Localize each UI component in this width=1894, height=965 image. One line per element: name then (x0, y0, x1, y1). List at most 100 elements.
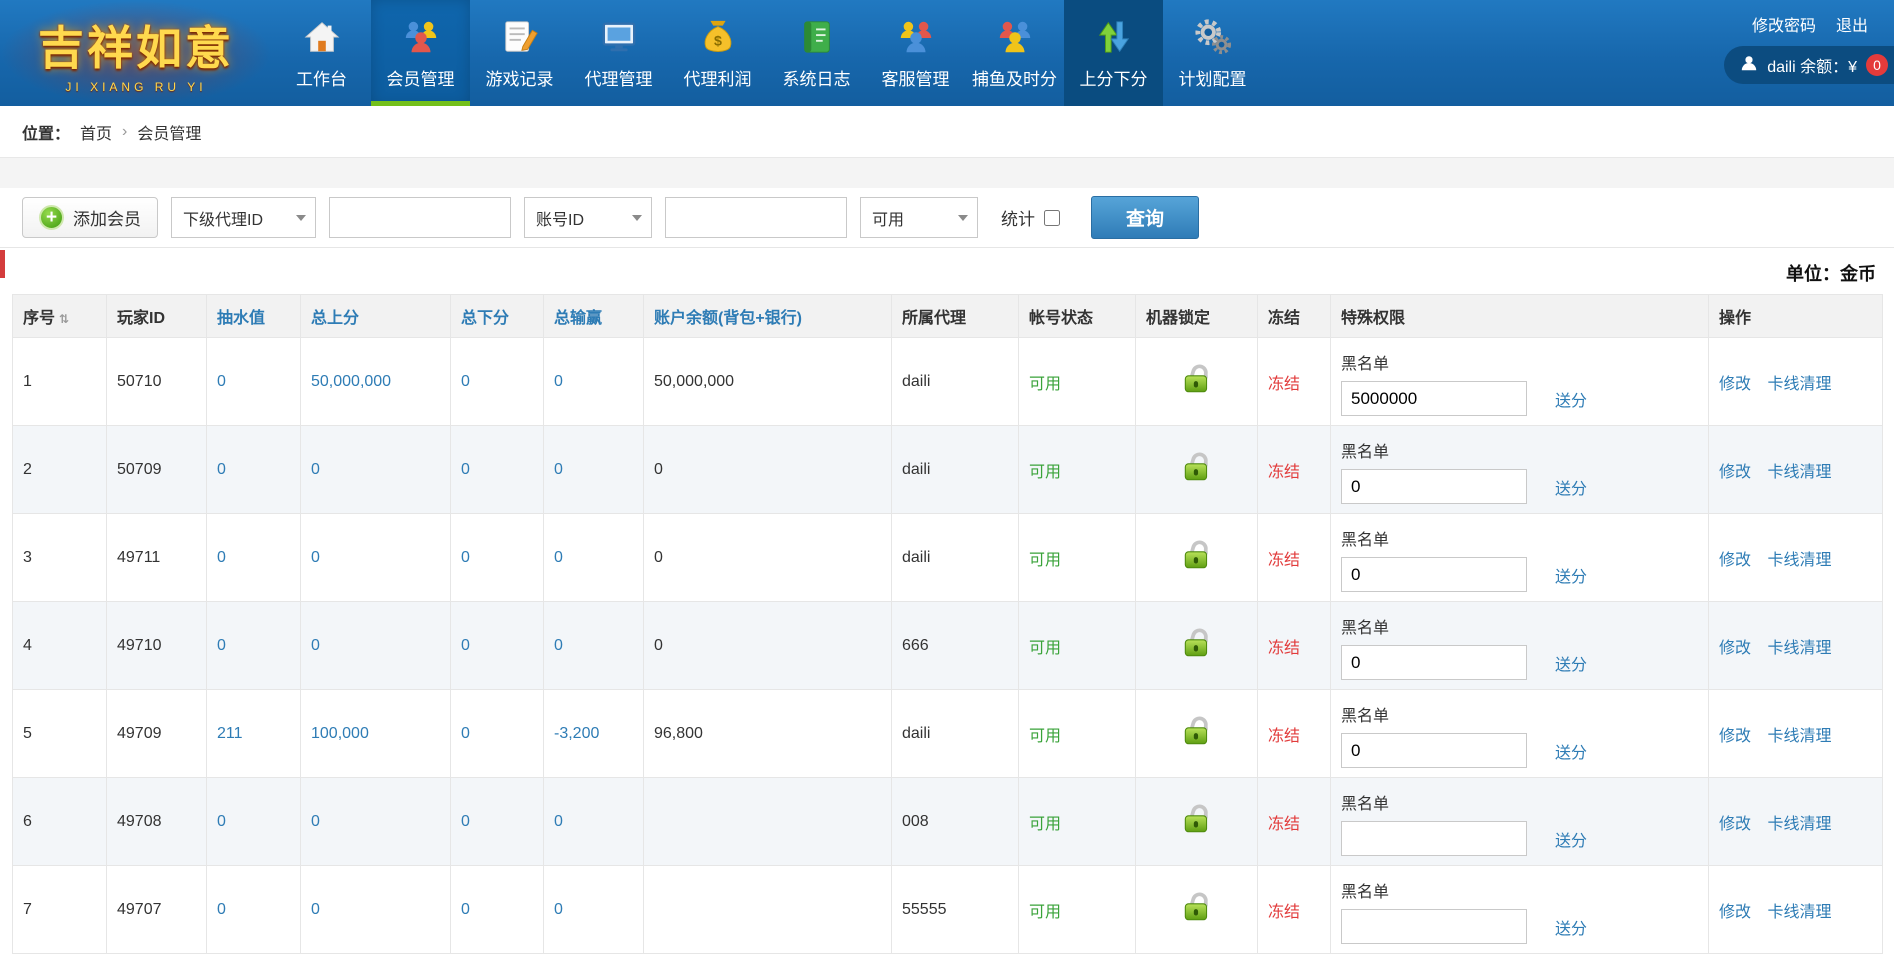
send-points-link[interactable]: 送分 (1555, 915, 1587, 939)
machine-lock-toggle[interactable] (1136, 690, 1258, 778)
total-down[interactable]: 0 (451, 338, 544, 426)
total-winloss[interactable]: 0 (544, 866, 644, 954)
pump-value[interactable]: 0 (207, 778, 301, 866)
points-input[interactable] (1341, 733, 1527, 768)
account-id-input[interactable] (665, 197, 847, 238)
pump-value[interactable]: 211 (207, 690, 301, 778)
machine-lock-toggle[interactable] (1136, 514, 1258, 602)
column-header-index[interactable]: 序号⇅ (13, 295, 107, 338)
total-up[interactable]: 0 (301, 778, 451, 866)
machine-lock-toggle[interactable] (1136, 602, 1258, 690)
pump-value[interactable]: 0 (207, 602, 301, 690)
send-points-link[interactable]: 送分 (1555, 563, 1587, 587)
points-input[interactable] (1341, 909, 1527, 944)
freeze-link[interactable]: 冻结 (1258, 866, 1331, 954)
nav-item-workbench[interactable]: 工作台 (272, 0, 371, 106)
total-down[interactable]: 0 (451, 514, 544, 602)
sort-icon[interactable]: ⇅ (59, 312, 69, 326)
edit-link[interactable]: 修改 (1719, 376, 1751, 393)
edit-link[interactable]: 修改 (1719, 464, 1751, 481)
nav-item-system-log[interactable]: 系统日志 (767, 0, 866, 106)
edit-link[interactable]: 修改 (1719, 640, 1751, 657)
edit-link[interactable]: 修改 (1719, 552, 1751, 569)
stats-checkbox[interactable] (1044, 210, 1060, 226)
pump-value[interactable]: 0 (207, 338, 301, 426)
total-down[interactable]: 0 (451, 426, 544, 514)
status-filter-select[interactable]: 可用 (860, 197, 978, 238)
freeze-link[interactable]: 冻结 (1258, 514, 1331, 602)
clear-line-link[interactable]: 卡线清理 (1767, 640, 1831, 657)
edit-link[interactable]: 修改 (1719, 904, 1751, 921)
points-input[interactable] (1341, 381, 1527, 416)
total-up[interactable]: 0 (301, 426, 451, 514)
add-member-button[interactable]: + 添加会员 (22, 197, 158, 238)
nav-item-score-updown[interactable]: 上分下分 (1064, 0, 1163, 106)
edit-link[interactable]: 修改 (1719, 816, 1751, 833)
column-header-total-up[interactable]: 总上分 (301, 295, 451, 338)
clear-line-link[interactable]: 卡线清理 (1767, 904, 1831, 921)
machine-lock-toggle[interactable] (1136, 778, 1258, 866)
send-points-link[interactable]: 送分 (1555, 387, 1587, 411)
freeze-link[interactable]: 冻结 (1258, 690, 1331, 778)
nav-item-member-management[interactable]: 会员管理 (371, 0, 470, 106)
freeze-link[interactable]: 冻结 (1258, 602, 1331, 690)
points-input[interactable] (1341, 645, 1527, 680)
change-password-link[interactable]: 修改密码 (1752, 12, 1816, 36)
nav-item-fishing-score[interactable]: 捕鱼及时分 (965, 0, 1064, 106)
logout-link[interactable]: 退出 (1836, 12, 1868, 36)
total-up[interactable]: 0 (301, 866, 451, 954)
column-header-total-down[interactable]: 总下分 (451, 295, 544, 338)
send-points-link[interactable]: 送分 (1555, 475, 1587, 499)
points-input[interactable] (1341, 469, 1527, 504)
search-button[interactable]: 查询 (1091, 196, 1199, 239)
pump-value[interactable]: 0 (207, 426, 301, 514)
total-up[interactable]: 50,000,000 (301, 338, 451, 426)
total-winloss[interactable]: 0 (544, 778, 644, 866)
edit-link[interactable]: 修改 (1719, 728, 1751, 745)
pump-value[interactable]: 0 (207, 514, 301, 602)
send-points-link[interactable]: 送分 (1555, 827, 1587, 851)
total-down[interactable]: 0 (451, 602, 544, 690)
freeze-link[interactable]: 冻结 (1258, 338, 1331, 426)
breadcrumb-home-link[interactable]: 首页 (80, 120, 112, 144)
total-winloss[interactable]: -3,200 (544, 690, 644, 778)
clear-line-link[interactable]: 卡线清理 (1767, 816, 1831, 833)
clear-line-link[interactable]: 卡线清理 (1767, 552, 1831, 569)
nav-item-agent-profit[interactable]: $ 代理利润 (668, 0, 767, 106)
account-filter-select[interactable]: 账号ID (524, 197, 652, 238)
clear-line-link[interactable]: 卡线清理 (1767, 464, 1831, 481)
total-winloss[interactable]: 0 (544, 426, 644, 514)
total-winloss[interactable]: 0 (544, 602, 644, 690)
send-points-link[interactable]: 送分 (1555, 651, 1587, 675)
freeze-link[interactable]: 冻结 (1258, 778, 1331, 866)
total-up[interactable]: 0 (301, 602, 451, 690)
machine-lock-toggle[interactable] (1136, 338, 1258, 426)
freeze-link[interactable]: 冻结 (1258, 426, 1331, 514)
machine-lock-toggle[interactable] (1136, 866, 1258, 954)
agent-id-input[interactable] (329, 197, 511, 238)
machine-lock-toggle[interactable] (1136, 426, 1258, 514)
total-winloss[interactable]: 0 (544, 514, 644, 602)
points-input[interactable] (1341, 557, 1527, 592)
total-down[interactable]: 0 (451, 690, 544, 778)
pump-value[interactable]: 0 (207, 866, 301, 954)
clear-line-link[interactable]: 卡线清理 (1767, 376, 1831, 393)
agent-filter-select[interactable]: 下级代理ID (171, 197, 316, 238)
total-up[interactable]: 100,000 (301, 690, 451, 778)
column-header-balance[interactable]: 账户余额(背包+银行) (644, 295, 892, 338)
points-input[interactable] (1341, 821, 1527, 856)
user-balance-bar[interactable]: daili 余额：¥ 0 (1724, 46, 1894, 84)
total-down[interactable]: 0 (451, 778, 544, 866)
nav-item-agent-management[interactable]: 代理管理 (569, 0, 668, 106)
total-down[interactable]: 0 (451, 866, 544, 954)
total-up[interactable]: 0 (301, 514, 451, 602)
total-winloss[interactable]: 0 (544, 338, 644, 426)
column-header-total-winloss[interactable]: 总输赢 (544, 295, 644, 338)
nav-item-game-record[interactable]: 游戏记录 (470, 0, 569, 106)
send-points-link[interactable]: 送分 (1555, 739, 1587, 763)
clear-line-link[interactable]: 卡线清理 (1767, 728, 1831, 745)
brand-logo[interactable]: 吉祥如意 JI XIANG RU YI (0, 0, 272, 106)
nav-item-customer-service[interactable]: 客服管理 (866, 0, 965, 106)
column-header-pump[interactable]: 抽水值 (207, 295, 301, 338)
nav-item-plan-config[interactable]: 计划配置 (1163, 0, 1262, 106)
